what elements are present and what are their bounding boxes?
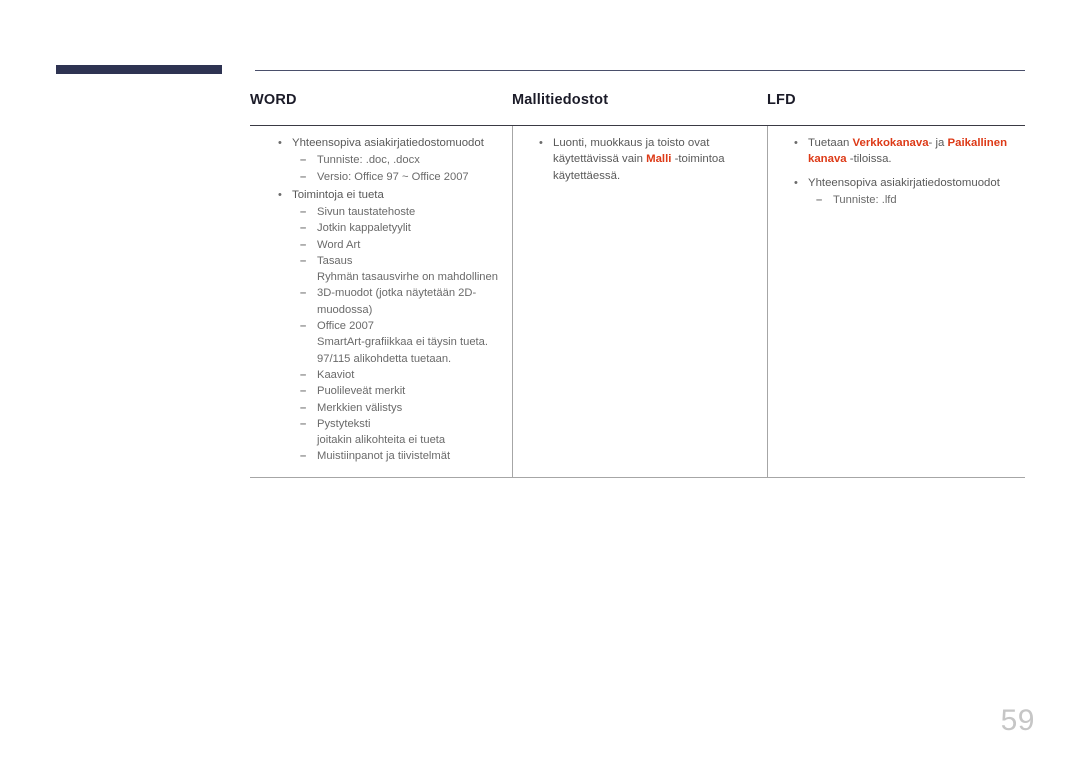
- table-body-row: • Yhteensopiva asiakirjatiedostomuodot –…: [250, 125, 1025, 478]
- accent-text: Malli: [646, 153, 672, 166]
- sub-list-item-label: Puolileveät merkit: [317, 385, 406, 398]
- sub-list-item: – Tasaus Ryhmän tasausvirhe on mahdollin…: [292, 253, 502, 286]
- accent-text: Verkkokanava: [852, 137, 929, 149]
- dash-icon: –: [300, 385, 307, 398]
- dash-icon: –: [300, 206, 307, 218]
- sub-list-item: – Pystyteksti joitakin alikohteita ei tu…: [292, 416, 502, 449]
- bullet-icon: •: [794, 176, 798, 189]
- sub-list-item: – Kaaviot: [292, 367, 502, 383]
- page-number: 59: [1000, 704, 1035, 737]
- sub-list: – Sivun taustatehoste – Jotkin kappalety…: [292, 204, 502, 465]
- list-item-label: Toimintoja ei tueta: [292, 188, 384, 201]
- sub-list-item: – Muistiinpanot ja tiivistelmät: [292, 448, 502, 464]
- dash-icon: –: [300, 368, 307, 381]
- list-item: • Luonti, muokkaus ja toisto ovat käytet…: [523, 135, 757, 184]
- sub-list-item-note: SmartArt-grafiikkaa ei täysin tueta. 97/…: [317, 336, 488, 365]
- column-header-word: WORD: [250, 92, 297, 108]
- feature-list-mallitiedostot: • Luonti, muokkaus ja toisto ovat käytet…: [523, 135, 757, 184]
- sub-list-item-label: Tasaus: [317, 254, 353, 267]
- sub-list-item: – 3D-muodot (jotka näytetään 2D-muodossa…: [292, 285, 502, 318]
- list-item-rich-text: Tuetaan Verkkokanava- ja Paikallinen kan…: [808, 137, 1007, 165]
- column-body-lfd: • Tuetaan Verkkokanava- ja Paikallinen k…: [767, 126, 1025, 477]
- sub-list-item: – Tunniste: .lfd: [808, 192, 1015, 208]
- feature-list-lfd: • Tuetaan Verkkokanava- ja Paikallinen k…: [778, 135, 1015, 209]
- sub-list: – Tunniste: .doc, .docx – Versio: Office…: [292, 152, 502, 185]
- list-item-rich-text: Luonti, muokkaus ja toisto ovat käytettä…: [553, 137, 725, 182]
- list-item: • Yhteensopiva asiakirjatiedostomuodot –…: [778, 175, 1015, 209]
- column-header-lfd: LFD: [767, 92, 796, 108]
- sub-list-item: – Word Art: [292, 237, 502, 253]
- bullet-icon: •: [278, 137, 282, 149]
- dash-icon: –: [300, 154, 307, 167]
- list-item-label: Yhteensopiva asiakirjatiedostomuodot: [292, 137, 484, 149]
- dash-icon: –: [300, 222, 307, 235]
- sub-list-item-label: Kaaviot: [317, 368, 355, 381]
- sub-list-item-label: Word Art: [317, 238, 361, 251]
- dash-icon: –: [300, 254, 307, 267]
- sub-list-item-label: Sivun taustatehoste: [317, 206, 416, 218]
- sub-list-item-label: Muistiinpanot ja tiivistelmät: [317, 450, 451, 463]
- sub-list-item-label: Tunniste: .lfd: [833, 194, 897, 207]
- sub-list-item-label: 3D-muodot (jotka näytetään 2D-muodossa): [317, 287, 477, 316]
- column-body-word: • Yhteensopiva asiakirjatiedostomuodot –…: [250, 126, 512, 477]
- bullet-icon: •: [278, 188, 282, 201]
- dash-icon: –: [300, 287, 307, 300]
- plain-text: - ja: [928, 137, 948, 149]
- sub-list-item: – Jotkin kappaletyylit: [292, 220, 502, 236]
- bullet-icon: •: [794, 137, 798, 149]
- dash-icon: –: [300, 401, 307, 414]
- dash-icon: –: [300, 450, 307, 463]
- sub-list-item-label: Versio: Office 97 ~ Office 2007: [317, 170, 469, 183]
- comparison-table: WORD Mallitiedostot LFD • Yhteensopiva a…: [250, 88, 1025, 478]
- list-item: • Yhteensopiva asiakirjatiedostomuodot –…: [260, 135, 502, 185]
- sub-list-item: – Puolileveät merkit: [292, 383, 502, 399]
- sub-list-item: – Versio: Office 97 ~ Office 2007: [292, 169, 502, 185]
- dash-icon: –: [300, 320, 307, 333]
- dash-icon: –: [816, 194, 823, 207]
- bullet-icon: •: [539, 137, 543, 149]
- header-rule: [255, 70, 1025, 71]
- dash-icon: –: [300, 170, 307, 183]
- dash-icon: –: [300, 417, 307, 430]
- dash-icon: –: [300, 238, 307, 251]
- list-item: • Tuetaan Verkkokanava- ja Paikallinen k…: [778, 135, 1015, 168]
- sub-list-item-label: Tunniste: .doc, .docx: [317, 154, 420, 167]
- sub-list-item-label: Pystyteksti: [317, 417, 371, 430]
- sub-list-item: – Merkkien välistys: [292, 400, 502, 416]
- list-item-label: Yhteensopiva asiakirjatiedostomuodot: [808, 176, 1000, 189]
- sub-list-item-label: Office 2007: [317, 320, 375, 333]
- table-header-row: WORD Mallitiedostot LFD: [250, 88, 1025, 125]
- header-accent-bar: [56, 65, 222, 74]
- sub-list-item-label: Jotkin kappaletyylit: [317, 222, 411, 235]
- column-header-mallitiedostot: Mallitiedostot: [512, 92, 609, 108]
- sub-list-item: – Sivun taustatehoste: [292, 204, 502, 220]
- plain-text: -tiloissa.: [846, 153, 892, 166]
- sub-list-item-note: Ryhmän tasausvirhe on mahdollinen: [317, 271, 498, 284]
- feature-list-word: • Yhteensopiva asiakirjatiedostomuodot –…: [260, 135, 502, 465]
- sub-list-item-label: Merkkien välistys: [317, 401, 403, 414]
- sub-list-item-note: joitakin alikohteita ei tueta: [317, 434, 446, 447]
- list-item: • Toimintoja ei tueta – Sivun taustateho…: [260, 187, 502, 465]
- sub-list-item: – Tunniste: .doc, .docx: [292, 152, 502, 168]
- plain-text: Tuetaan: [808, 137, 853, 149]
- sub-list: – Tunniste: .lfd: [808, 192, 1015, 208]
- sub-list-item: – Office 2007 SmartArt-grafiikkaa ei täy…: [292, 318, 502, 367]
- column-body-mallitiedostot: • Luonti, muokkaus ja toisto ovat käytet…: [512, 126, 767, 477]
